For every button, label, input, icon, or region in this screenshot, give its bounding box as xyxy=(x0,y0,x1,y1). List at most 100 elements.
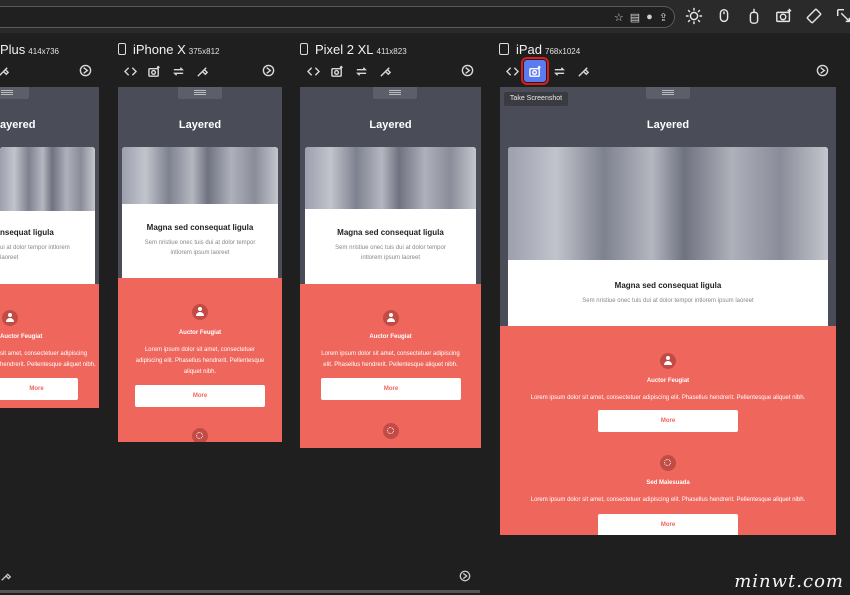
gear-icon xyxy=(192,428,208,442)
sync-icon[interactable] xyxy=(169,62,187,80)
site-header: Layered xyxy=(369,119,412,131)
color-icon[interactable]: ● xyxy=(646,11,653,23)
card-image xyxy=(508,147,828,260)
database-icon[interactable]: ▤ xyxy=(630,11,640,24)
card-title: Magna sed consequat ligula xyxy=(614,281,722,290)
gear-icon xyxy=(660,455,676,471)
scrollbar[interactable] xyxy=(0,590,480,593)
card-image xyxy=(122,147,278,204)
share-icon[interactable]: ⇪ xyxy=(659,11,668,24)
inspect-icon[interactable] xyxy=(574,62,592,80)
body-text-line: Lorem ipsum dolor sit amet, consectetuer… xyxy=(321,351,460,357)
menu-toggle[interactable] xyxy=(646,87,690,99)
star-icon[interactable]: ☆ xyxy=(614,11,624,24)
coral-section: Auctor Feugiat Lorem ipsum dolor sit ame… xyxy=(500,326,836,535)
phone-icon xyxy=(118,43,126,55)
rotate-icon[interactable] xyxy=(804,6,824,26)
inspect-icon[interactable] xyxy=(376,62,394,80)
card-subtitle: ui at dolor tempor intlorem xyxy=(0,245,70,251)
device-title-pixel-2-xl: Pixel 2 XL 411x823 xyxy=(300,42,407,58)
tablet-icon xyxy=(499,43,509,55)
device-title-iphone-x: iPhone X 375x812 xyxy=(118,42,219,58)
body-text-line: elit. Phasellus hendrerit. Pellentesque … xyxy=(323,362,458,368)
device-frame-pixel-2-xl: Layered Magna sed consequat ligula Sem n… xyxy=(300,87,481,448)
tooltip: Take Screenshot xyxy=(504,92,568,106)
menu-toggle[interactable] xyxy=(0,87,29,99)
take-screenshot-button[interactable] xyxy=(521,57,549,85)
device-size: 768x1024 xyxy=(545,47,581,56)
device-name: Pixel 2 XL xyxy=(315,42,374,57)
more-button[interactable]: More xyxy=(0,378,78,400)
address-bar[interactable]: ☆ ▤ ● ⇪ xyxy=(0,6,675,28)
card-subtitle: Sem nristiue onec tuis dui at dolor temp… xyxy=(335,245,446,251)
device-title-ipad: iPad 768x1024 xyxy=(499,42,580,58)
rotate-device-icon-bottom[interactable] xyxy=(459,569,471,587)
device-frame-plus: ayered nsequat ligula ui at dolor tempor… xyxy=(0,87,99,408)
device-frame-ipad: Layered Magna sed consequat ligula Sem n… xyxy=(500,87,836,535)
coral-section: Auctor Feugiat Lorem ipsum dolor sit ame… xyxy=(300,284,481,448)
device-controls xyxy=(121,62,211,80)
feature-card: Magna sed consequat ligula Sem nristiue … xyxy=(508,147,828,326)
rotate-device-icon[interactable] xyxy=(262,64,276,78)
body-text-line: adipiscing elit. Phasellus hendrerit. Pe… xyxy=(135,358,265,364)
rotate-device-icon[interactable] xyxy=(461,64,475,78)
card-subtitle: Sem nristiue onec tuis dui at dolor temp… xyxy=(144,240,256,246)
more-button[interactable]: More xyxy=(135,385,265,407)
watermark: minwt.com xyxy=(734,571,844,592)
body-text: Lorem ipsum dolor sit amet, consectetuer… xyxy=(128,345,272,378)
device-frame-iphone-x: Layered Magna sed consequat ligula Sem n… xyxy=(118,87,282,442)
pointer-icon[interactable] xyxy=(834,6,850,26)
device-name: iPhone X xyxy=(133,42,186,57)
screenshot-icon[interactable] xyxy=(328,62,346,80)
keyboard-icon[interactable] xyxy=(744,6,764,26)
body-text: sit amet, consectetuer adipiscing hendrer… xyxy=(0,349,99,371)
card-image xyxy=(0,147,95,211)
user-icon xyxy=(660,353,676,369)
mouse-icon[interactable] xyxy=(714,6,734,26)
inspect-icon[interactable] xyxy=(0,62,12,80)
card-subtitle-2: intlorem ipsum laoreet xyxy=(360,255,421,261)
device-size: 414x736 xyxy=(28,47,59,56)
screenshot-icon[interactable] xyxy=(145,62,163,80)
rotate-device-icon[interactable] xyxy=(816,64,830,78)
card-title: Magna sed consequat ligula xyxy=(146,223,254,232)
browser-toolbar: ☆ ▤ ● ⇪ xyxy=(0,0,850,33)
user-icon xyxy=(2,310,18,326)
code-icon[interactable] xyxy=(503,62,521,80)
more-button[interactable]: More xyxy=(321,378,461,400)
device-title-plus: Plus 414x736 xyxy=(0,42,59,58)
inspect-icon-bottom[interactable] xyxy=(0,569,12,587)
coral-section: Auctor Feugiat Lorem ipsum dolor sit ame… xyxy=(118,278,282,442)
author-name: Auctor Feugiat xyxy=(0,334,43,340)
site-header: Layered xyxy=(646,119,690,131)
code-icon[interactable] xyxy=(121,62,139,80)
code-icon[interactable] xyxy=(304,62,322,80)
body-text: Lorem ipsum dolor sit amet, consectetuer… xyxy=(306,349,475,371)
card-subtitle-2: intlorem ipsum laoreet xyxy=(170,250,230,256)
menu-toggle[interactable] xyxy=(373,87,417,99)
device-size: 411x823 xyxy=(376,47,407,56)
menu-toggle[interactable] xyxy=(178,87,222,99)
body-text-line: sit amet, consectetuer adipiscing xyxy=(0,351,88,357)
body-text: Lorem ipsum dolor sit amet, consectetuer… xyxy=(530,395,806,401)
extension-toolbar xyxy=(684,4,850,28)
author-name: Auctor Feugiat xyxy=(178,330,222,336)
sync-icon[interactable] xyxy=(352,62,370,80)
device-size: 375x812 xyxy=(188,47,220,56)
device-controls xyxy=(304,62,394,80)
more-button[interactable]: More xyxy=(598,514,738,535)
body-text-line: Lorem ipsum dolor sit amet, consectetuer xyxy=(144,347,256,353)
site-header: Layered xyxy=(178,119,222,131)
user-icon xyxy=(192,304,208,320)
inspect-icon[interactable] xyxy=(193,62,211,80)
rotate-device-icon[interactable] xyxy=(79,64,93,78)
device-name: iPad xyxy=(516,42,543,57)
card-image xyxy=(305,147,476,209)
sync-icon[interactable] xyxy=(550,62,568,80)
more-button[interactable]: More xyxy=(598,410,738,432)
feature-card: nsequat ligula ui at dolor tempor intlor… xyxy=(0,147,95,284)
brightness-icon[interactable] xyxy=(684,6,704,26)
user-icon xyxy=(383,310,399,326)
camera-add-icon[interactable] xyxy=(774,6,794,26)
body-text: Lorem ipsum dolor sit amet, consectetuer… xyxy=(530,497,806,503)
